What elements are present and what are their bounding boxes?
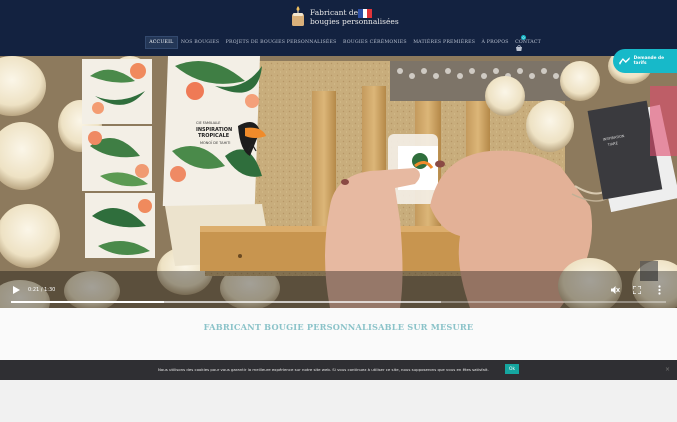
video-frame: CIE FAMILIALE INSPIRATION TROPICALE MONO… xyxy=(0,56,677,308)
mute-icon[interactable] xyxy=(610,285,620,295)
nav-item-ceremonies[interactable]: BOUGIES CÉRÉMONIES xyxy=(340,37,410,48)
nav-item-projets[interactable]: PROJETS DE BOUGIES PERSONNALISÉES xyxy=(222,37,339,48)
box-text-line-4: MONOÏ DE TAHITI xyxy=(200,140,230,145)
nav-item-matieres[interactable]: MATIÈRES PREMIÈRES xyxy=(410,37,478,48)
hero-video[interactable]: CIE FAMILIALE INSPIRATION TROPICALE MONO… xyxy=(0,56,677,308)
page-title: FABRICANT BOUGIE PERSONNALISABLE SUR MES… xyxy=(203,322,474,332)
cookie-message: Nous utilisons des cookies pour vous gar… xyxy=(158,367,489,372)
brand-line-1: Fabricant de xyxy=(310,8,359,17)
cart-icon xyxy=(516,45,522,51)
box-text-line-3: TROPICALE xyxy=(198,133,230,139)
brand-line-2: bougies personnalisées xyxy=(310,17,399,26)
quote-request-label: Demande de tarifs xyxy=(633,56,665,66)
cookie-ok-button[interactable]: Ok xyxy=(505,364,519,374)
brand-name: Fabricant de bougies personnalisées xyxy=(310,8,399,26)
cart-count-badge: 0 xyxy=(521,35,526,40)
site-logo[interactable]: Fabricant de bougies personnalisées xyxy=(290,6,399,28)
nav-item-a-propos[interactable]: À PROPOS xyxy=(478,37,512,48)
main-navigation: ACCUEIL NOS BOUGIES PROJETS DE BOUGIES P… xyxy=(145,36,544,49)
page-footer-area xyxy=(0,380,677,422)
video-progress-played xyxy=(11,301,164,303)
fullscreen-icon[interactable] xyxy=(633,286,641,294)
cart-button[interactable]: 0 xyxy=(515,35,526,51)
play-icon[interactable] xyxy=(13,286,20,294)
video-time: 0:21 / 1:30 xyxy=(28,287,56,293)
video-controls xyxy=(0,280,677,308)
cookie-close-icon[interactable]: × xyxy=(665,366,670,373)
site-header: Fabricant de bougies personnalisées ACCU… xyxy=(0,0,677,56)
french-flag-icon[interactable] xyxy=(358,9,373,18)
main-section xyxy=(0,308,677,360)
more-vert-icon[interactable] xyxy=(658,285,661,295)
candle-logo-icon xyxy=(292,6,304,26)
box-text-line-1: CIE FAMILIALE xyxy=(196,121,220,125)
quote-request-button[interactable]: Demande de tarifs xyxy=(613,49,677,73)
nav-item-accueil[interactable]: ACCUEIL xyxy=(145,36,178,49)
quote-icon xyxy=(619,56,630,65)
nav-item-nos-bougies[interactable]: NOS BOUGIES xyxy=(178,37,223,48)
